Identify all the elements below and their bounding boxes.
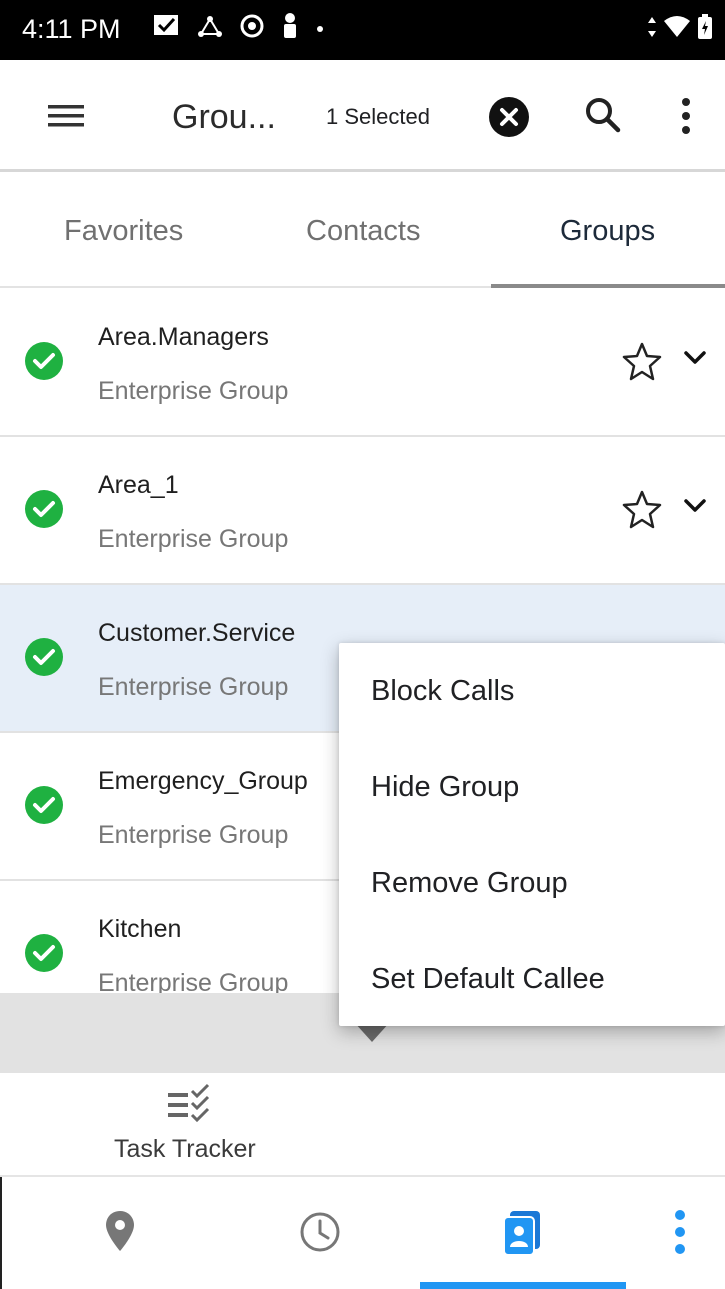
search-icon[interactable] — [582, 94, 624, 136]
tab-groups[interactable]: Groups — [560, 215, 655, 248]
selected-count: 1 Selected — [326, 104, 430, 129]
tab-contacts[interactable]: Contacts — [306, 215, 420, 248]
group-type: Enterprise Group — [98, 377, 289, 405]
star-outline-icon[interactable] — [622, 341, 662, 381]
tab-indicator — [491, 284, 725, 288]
tab-bar: Favorites Contacts Groups — [0, 175, 725, 288]
list-item[interactable]: Area_1 Enterprise Group — [0, 437, 725, 585]
group-name: Area.Managers — [98, 323, 269, 351]
chevron-down-icon[interactable] — [682, 347, 708, 369]
group-type: Enterprise Group — [98, 673, 289, 701]
page-title: Grou... — [172, 98, 276, 136]
app-bar: Grou... 1 Selected — [0, 60, 725, 172]
wifi-icon — [664, 16, 690, 37]
data-arrows-icon — [648, 17, 656, 37]
chevron-down-icon[interactable] — [682, 495, 708, 517]
message-icon — [154, 15, 178, 35]
nav-active-indicator — [420, 1282, 626, 1289]
sync-icon — [240, 14, 264, 38]
task-list-icon — [168, 1083, 210, 1123]
recent-icon[interactable] — [296, 1207, 344, 1257]
menu-icon[interactable] — [46, 96, 86, 136]
bottom-nav — [0, 1177, 725, 1289]
check-circle-icon[interactable] — [24, 785, 64, 825]
location-icon[interactable] — [96, 1207, 144, 1257]
group-type: Enterprise Group — [98, 821, 289, 849]
task-tracker[interactable]: Task Tracker — [0, 1073, 725, 1177]
list-item[interactable]: Area.Managers Enterprise Group — [0, 289, 725, 437]
check-circle-icon[interactable] — [24, 341, 64, 381]
context-menu: Block Calls Hide Group Remove Group Set … — [339, 643, 725, 1026]
menu-item-hide-group[interactable]: Hide Group — [371, 771, 519, 804]
notification-icons — [152, 12, 326, 40]
battery-icon — [698, 14, 712, 39]
group-name: Kitchen — [98, 915, 182, 943]
clear-selection-icon[interactable] — [488, 96, 530, 138]
person-icon — [284, 13, 296, 38]
check-circle-icon[interactable] — [24, 933, 64, 973]
check-circle-icon[interactable] — [24, 489, 64, 529]
contacts-icon[interactable] — [498, 1207, 546, 1257]
system-icons — [647, 14, 713, 40]
network-icon — [198, 16, 222, 37]
menu-item-remove-group[interactable]: Remove Group — [371, 867, 568, 900]
group-type: Enterprise Group — [98, 525, 289, 553]
task-tracker-label: Task Tracker — [114, 1135, 256, 1163]
tab-favorites[interactable]: Favorites — [64, 215, 183, 248]
status-time: 4:11 PM — [22, 14, 121, 44]
dot-icon — [317, 26, 323, 32]
more-vert-icon[interactable] — [672, 94, 700, 138]
check-circle-icon[interactable] — [24, 637, 64, 677]
group-name: Customer.Service — [98, 619, 296, 647]
group-name: Emergency_Group — [98, 767, 308, 795]
group-name: Area_1 — [98, 471, 179, 499]
star-outline-icon[interactable] — [622, 489, 662, 529]
status-bar: 4:11 PM — [0, 0, 725, 60]
menu-item-set-default-callee[interactable]: Set Default Callee — [371, 963, 605, 996]
menu-item-block-calls[interactable]: Block Calls — [371, 675, 514, 708]
more-vert-icon[interactable] — [666, 1207, 714, 1257]
